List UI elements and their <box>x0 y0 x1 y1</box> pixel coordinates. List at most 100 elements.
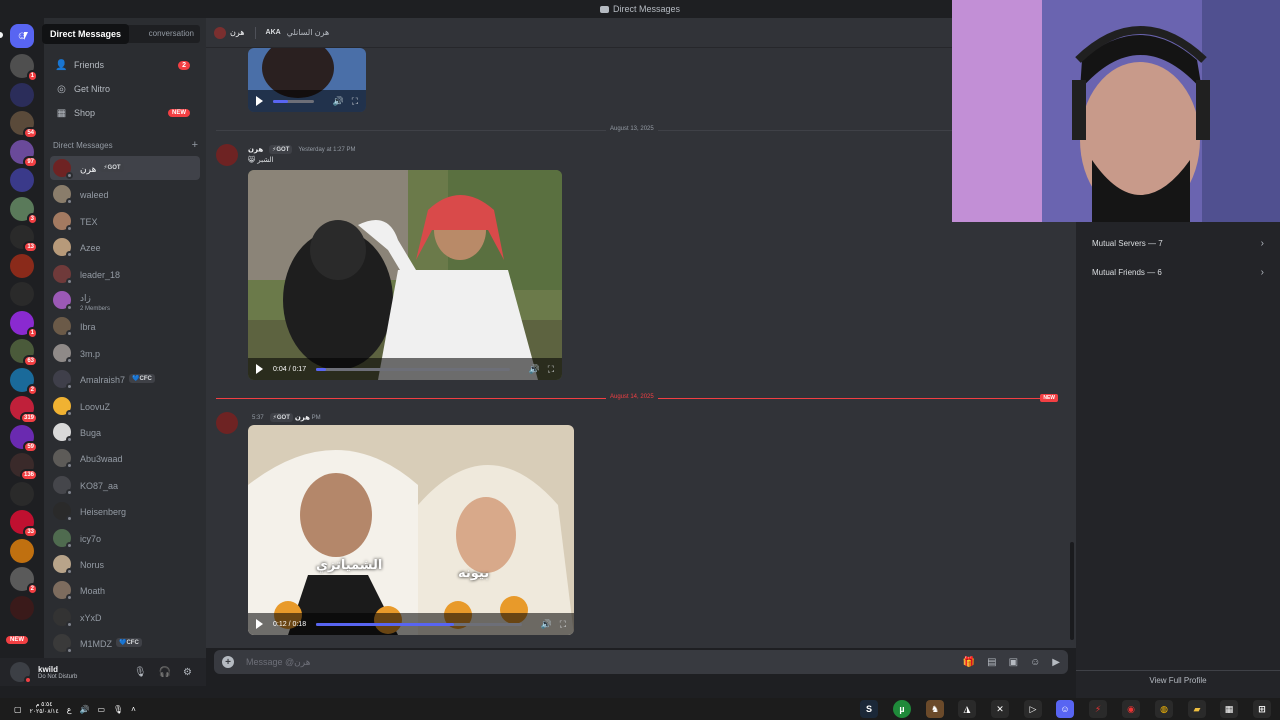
network-icon[interactable]: ▭ <box>97 705 105 714</box>
server-icon[interactable]: 1 <box>10 310 38 339</box>
dm-item[interactable]: LoovuZ <box>50 394 200 418</box>
spotify-like-icon[interactable]: ⚡ <box>1089 700 1107 718</box>
discord-taskbar-icon[interactable]: ☺ <box>1056 700 1074 718</box>
emoji-icon[interactable]: ☺ <box>1030 657 1040 668</box>
dm-item[interactable]: Ibra <box>50 314 200 338</box>
server-icon[interactable] <box>10 82 34 107</box>
fullscreen-icon[interactable]: ⛶ <box>560 619 566 630</box>
server-icon[interactable]: 59 <box>10 424 38 453</box>
server-icon[interactable]: 54 <box>10 111 38 139</box>
message-composer[interactable]: + Message @هرن 🎁 ▤ ▣ ☺ ▶ <box>214 650 1068 674</box>
tray-clock[interactable]: ٥:٥٤ م ٢٠٢٥/٠٨/١٤ <box>30 702 59 716</box>
mutual-servers-row[interactable]: Mutual Servers — 7 › <box>1086 230 1270 256</box>
notification-icon[interactable]: ▢ <box>14 705 22 714</box>
dm-item[interactable]: Moath <box>50 578 200 602</box>
dm-item[interactable]: Buga <box>50 420 200 444</box>
dm-item[interactable]: Heisenberg <box>50 499 200 523</box>
xbox-icon[interactable]: ✕ <box>991 700 1009 718</box>
sticker-icon[interactable]: ▣ <box>1009 657 1018 668</box>
language-indicator[interactable]: ع <box>67 705 72 714</box>
game-app-icon[interactable]: ♞ <box>926 700 944 718</box>
dm-item[interactable]: Abu3waad <box>50 446 200 470</box>
settings-gear-icon[interactable]: ⚙ <box>183 667 192 678</box>
dm-item[interactable]: Norus <box>50 552 200 576</box>
server-icon[interactable]: 97 <box>10 139 38 168</box>
server-icon[interactable]: 63 <box>10 339 38 367</box>
volume-icon[interactable]: 🔊 <box>528 364 539 375</box>
play-icon[interactable] <box>256 619 263 629</box>
file-explorer-icon[interactable]: ▰ <box>1188 700 1206 718</box>
chevron-up-icon[interactable]: ˄ <box>131 705 136 714</box>
utorrent-icon[interactable]: µ <box>893 700 911 718</box>
mutual-friends-row[interactable]: Mutual Friends — 6 › <box>1086 259 1270 285</box>
server-icon[interactable]: 319 <box>10 396 38 424</box>
server-icon[interactable] <box>10 595 34 620</box>
dm-item[interactable]: Amalraish7 💙CFC <box>50 367 200 391</box>
server-icon[interactable]: 13 <box>10 225 38 253</box>
server-icon[interactable]: 136 <box>10 453 38 481</box>
add-attachment-button[interactable]: + <box>222 656 234 668</box>
volume-icon[interactable]: 🔊 <box>540 619 551 630</box>
server-icon[interactable]: 2 <box>10 367 38 396</box>
server-icon[interactable]: 33 <box>10 510 38 538</box>
message-input-placeholder[interactable]: Message @هرن <box>246 657 310 668</box>
steam-icon[interactable]: S <box>860 700 878 718</box>
video-seek-bar[interactable] <box>316 622 523 626</box>
volume-icon[interactable]: 🔊 <box>332 96 343 107</box>
fullscreen-icon[interactable]: ⛶ <box>548 364 554 375</box>
server-icon[interactable] <box>10 481 34 506</box>
server-icon[interactable] <box>10 168 34 192</box>
apps-icon[interactable]: ▶ <box>1052 657 1060 668</box>
dm-item[interactable]: هرن ⚡GOT <box>50 156 200 180</box>
dm-item[interactable]: KO87_aa <box>50 473 200 497</box>
message-avatar[interactable] <box>216 412 238 434</box>
dm-item[interactable]: TEX <box>50 209 200 233</box>
play-icon[interactable] <box>256 364 263 374</box>
nav-friends[interactable]: 👤 Friends 2 <box>50 54 200 76</box>
create-dm-button[interactable]: + <box>192 140 198 151</box>
dm-item[interactable]: waleed <box>50 182 200 206</box>
user-avatar[interactable] <box>10 662 32 684</box>
dm-item[interactable]: xYxD <box>50 605 200 629</box>
start-windows-icon[interactable]: ⊞ <box>1253 700 1271 718</box>
server-icon[interactable] <box>10 282 34 306</box>
play-icon[interactable] <box>256 96 263 106</box>
fullscreen-icon[interactable]: ⛶ <box>352 96 358 107</box>
message-author[interactable]: هرن <box>248 146 263 153</box>
chat-scrollbar[interactable] <box>1070 542 1074 640</box>
message-avatar[interactable] <box>216 144 238 166</box>
video-attachment[interactable]: الشمياتزي بيونه 0:12 / 0:18 🔊 ⛶ <box>248 425 574 635</box>
nav-nitro[interactable]: ◎ Get Nitro <box>50 78 200 100</box>
media-player-icon[interactable]: ▷ <box>1024 700 1042 718</box>
server-icon[interactable]: 3 <box>10 196 38 225</box>
video-seek-bar[interactable] <box>316 367 511 371</box>
gif-icon[interactable]: ▤ <box>987 657 996 668</box>
record-app-icon[interactable]: ◉ <box>1122 700 1140 718</box>
microphone-tray-icon[interactable]: 🎙 <box>113 705 123 714</box>
chrome-icon[interactable]: ◍ <box>1155 700 1173 718</box>
server-icon[interactable]: 2 <box>10 567 38 595</box>
launcher-icon[interactable]: ◮ <box>958 700 976 718</box>
nav-shop[interactable]: ▦ Shop NEW <box>50 102 200 124</box>
dm-text: 3m.p <box>80 344 100 362</box>
view-full-profile-button[interactable]: View Full Profile <box>1076 670 1280 690</box>
store-icon[interactable]: ▦ <box>1220 700 1238 718</box>
microphone-icon[interactable]: 🎙 <box>134 667 147 678</box>
video-attachment[interactable]: 0:04 / 0:17 🔊 ⛶ <box>248 170 562 380</box>
server-icon[interactable] <box>10 538 34 563</box>
gift-icon[interactable]: 🎁 <box>963 657 975 668</box>
video-attachment-previous[interactable]: 🔊 ⛶ <box>248 48 366 112</box>
speaker-icon[interactable]: 🔊 <box>79 705 89 714</box>
message-author[interactable]: هرن <box>295 414 310 421</box>
dm-item[interactable]: leader_18 <box>50 262 200 286</box>
dm-item[interactable]: M1MDZ 💙CFC <box>50 631 200 655</box>
video-seek-bar[interactable] <box>273 99 315 103</box>
dm-item[interactable]: 3m.p <box>50 341 200 365</box>
dm-item[interactable]: icy7o <box>50 526 200 550</box>
server-icon[interactable]: 1 <box>10 54 38 82</box>
server-icon[interactable] <box>10 253 34 278</box>
dm-text: icy7o <box>80 529 101 547</box>
dm-item[interactable]: Azee <box>50 235 200 259</box>
dm-item[interactable]: زاد 2 Members <box>50 288 200 312</box>
headphones-icon[interactable]: 🎧 <box>159 667 171 678</box>
